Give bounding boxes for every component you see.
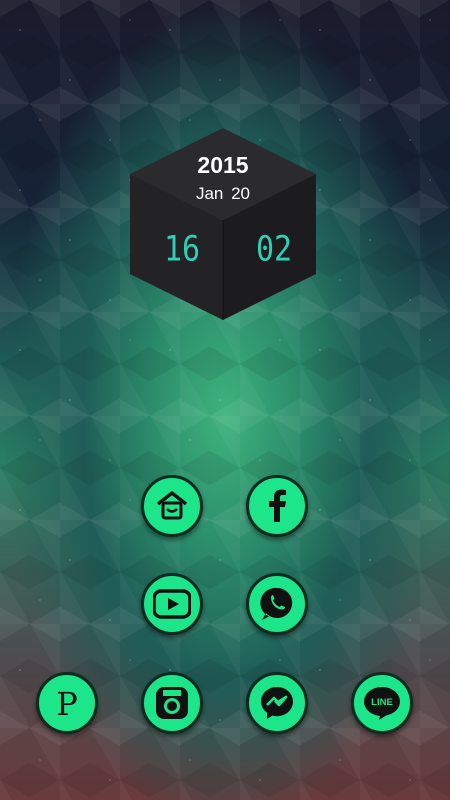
youtube-icon[interactable] xyxy=(141,573,203,635)
instagram-icon[interactable] xyxy=(141,672,203,734)
line-glyph: LINE xyxy=(371,697,393,708)
pinterest-icon[interactable]: P xyxy=(36,672,98,734)
clock-minute: 02 xyxy=(256,229,293,270)
clock-hour: 16 xyxy=(164,229,201,270)
line-icon[interactable]: LINE xyxy=(351,672,413,734)
home-launcher-icon[interactable] xyxy=(141,475,203,537)
whatsapp-icon[interactable] xyxy=(246,573,308,635)
facebook-icon[interactable] xyxy=(246,475,308,537)
messenger-icon[interactable] xyxy=(246,672,308,734)
clock-date: Jan 20 xyxy=(195,184,251,203)
clock-year: 2015 xyxy=(197,152,249,178)
pinterest-glyph: P xyxy=(56,685,78,723)
clock-widget[interactable]: 2015 Jan 20 16 02 xyxy=(130,128,316,320)
